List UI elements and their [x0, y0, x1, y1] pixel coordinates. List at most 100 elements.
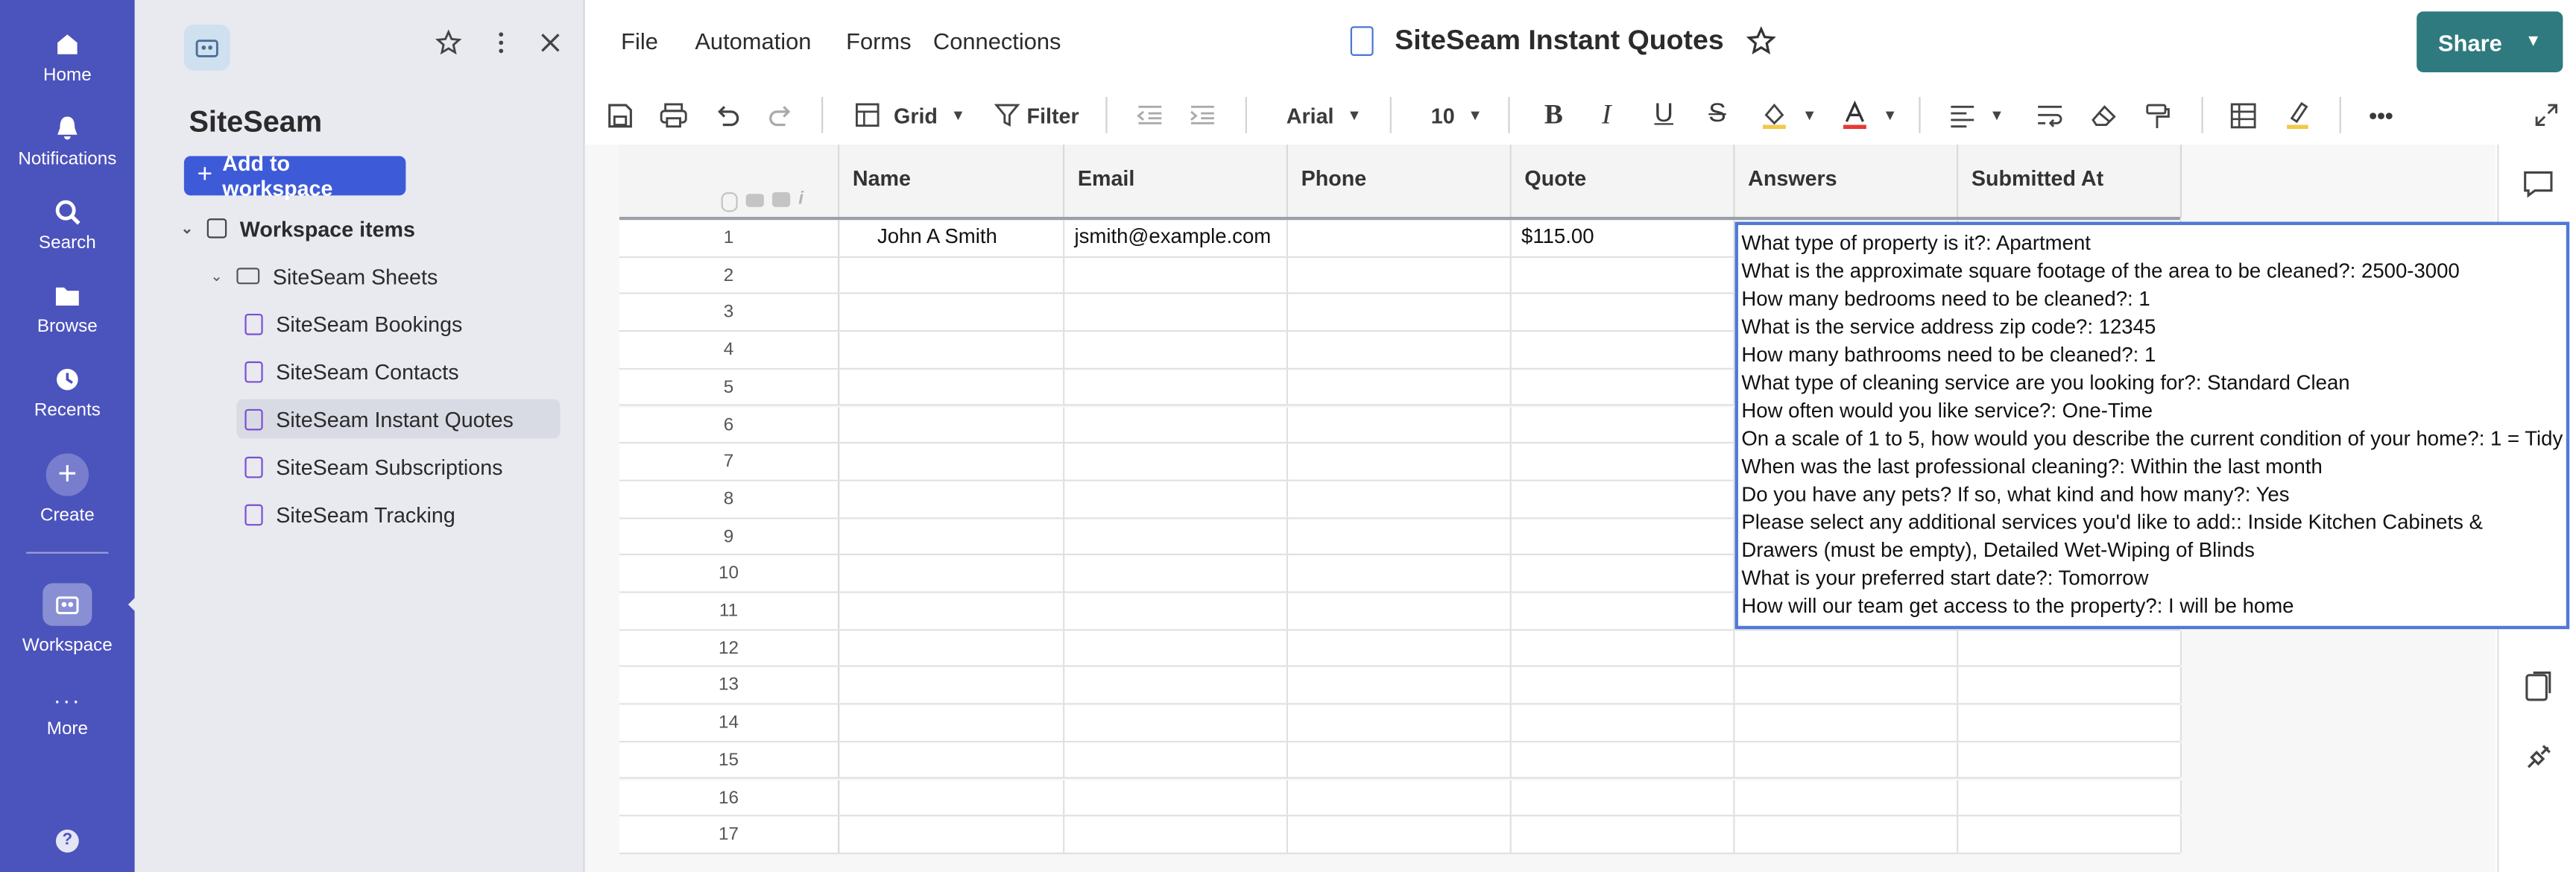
- rail-more[interactable]: ··· More: [0, 686, 135, 739]
- cell-submitted-at[interactable]: [1958, 816, 2182, 853]
- table-row[interactable]: 17: [619, 816, 2182, 854]
- cell-phone[interactable]: [1288, 443, 1512, 480]
- row-number[interactable]: 16: [619, 779, 840, 815]
- cell-name[interactable]: [839, 667, 1065, 704]
- cell-phone[interactable]: [1288, 779, 1512, 815]
- cell-email[interactable]: [1064, 406, 1289, 443]
- highlight-button[interactable]: [2284, 97, 2311, 133]
- column-header-phone[interactable]: Phone: [1288, 144, 1512, 219]
- row-number[interactable]: 6: [619, 406, 840, 443]
- cell-phone[interactable]: [1288, 369, 1512, 405]
- font-family-dropdown[interactable]: Arial ▼: [1287, 97, 1362, 133]
- cell-name[interactable]: John A Smith: [839, 220, 1065, 256]
- add-to-workspace-button[interactable]: + Add to workspace: [183, 151, 406, 200]
- cell-phone[interactable]: [1288, 816, 1512, 853]
- share-button[interactable]: Share ▼: [2416, 11, 2563, 72]
- indent-button[interactable]: [1188, 97, 1218, 133]
- cell-quote[interactable]: [1512, 667, 1735, 704]
- row-number[interactable]: 17: [619, 816, 840, 853]
- table-row[interactable]: 14: [619, 704, 2182, 742]
- cell-answers[interactable]: [1735, 630, 1959, 666]
- column-header-submitted-at[interactable]: Submitted At: [1958, 144, 2182, 219]
- cell-phone[interactable]: [1288, 667, 1512, 704]
- table-row[interactable]: 13: [619, 667, 2182, 705]
- print-button[interactable]: [659, 97, 689, 133]
- cell-quote[interactable]: [1512, 555, 1735, 592]
- cell-phone[interactable]: [1288, 257, 1512, 294]
- cell-name[interactable]: [839, 518, 1065, 555]
- rail-browse[interactable]: Browse: [0, 281, 135, 337]
- star-icon[interactable]: [435, 29, 462, 56]
- row-number[interactable]: 10: [619, 555, 840, 592]
- cell-quote[interactable]: [1512, 630, 1735, 666]
- cell-name[interactable]: [839, 779, 1065, 815]
- cell-quote[interactable]: [1512, 779, 1735, 815]
- comments-icon[interactable]: [2522, 169, 2554, 199]
- cell-submitted-at[interactable]: [1958, 630, 2182, 666]
- row-number[interactable]: 13: [619, 667, 840, 704]
- rail-create[interactable]: + Create: [0, 453, 135, 525]
- more-options-button[interactable]: •••: [2369, 97, 2393, 133]
- table-settings-button[interactable]: [2229, 97, 2257, 133]
- text-color-button[interactable]: ▼: [1840, 97, 1898, 133]
- underline-button[interactable]: U: [1655, 97, 1673, 133]
- clear-format-button[interactable]: [2090, 97, 2118, 133]
- cell-phone[interactable]: [1288, 630, 1512, 666]
- cell-quote[interactable]: [1512, 742, 1735, 778]
- cell-email[interactable]: [1064, 443, 1289, 480]
- cell-email[interactable]: [1064, 518, 1289, 555]
- table-row[interactable]: 15: [619, 742, 2182, 780]
- cell-name[interactable]: [839, 294, 1065, 331]
- cell-answers[interactable]: [1735, 742, 1959, 778]
- cell-quote[interactable]: [1512, 332, 1735, 368]
- cell-quote[interactable]: [1512, 481, 1735, 517]
- help-icon[interactable]: ?: [55, 830, 79, 853]
- strikethrough-button[interactable]: S: [1708, 97, 1726, 133]
- cell-quote[interactable]: [1512, 593, 1735, 629]
- save-button[interactable]: [606, 97, 634, 133]
- cell-email[interactable]: [1064, 294, 1289, 331]
- column-header-name[interactable]: Name: [839, 144, 1065, 219]
- cell-name[interactable]: [839, 704, 1065, 741]
- cell-phone[interactable]: [1288, 332, 1512, 368]
- italic-button[interactable]: I: [1602, 97, 1611, 133]
- cell-answers[interactable]: [1735, 816, 1959, 853]
- cell-answers[interactable]: [1735, 667, 1959, 704]
- cell-email[interactable]: [1064, 630, 1289, 666]
- cell-email[interactable]: jsmith@example.com: [1064, 220, 1289, 256]
- cell-phone[interactable]: [1288, 704, 1512, 741]
- cell-email[interactable]: [1064, 257, 1289, 294]
- align-dropdown[interactable]: ▼: [1948, 97, 2004, 133]
- row-number[interactable]: 9: [619, 518, 840, 555]
- cell-name[interactable]: [839, 332, 1065, 368]
- cell-quote[interactable]: [1512, 518, 1735, 555]
- wrap-text-button[interactable]: [2036, 97, 2065, 133]
- tree-sheet-instant-quotes[interactable]: SiteSeam Instant Quotes: [236, 399, 561, 439]
- cell-phone[interactable]: [1288, 555, 1512, 592]
- cell-submitted-at[interactable]: [1958, 779, 2182, 815]
- row-number[interactable]: 3: [619, 294, 840, 331]
- attachments-panel-icon[interactable]: [2522, 670, 2554, 703]
- cell-quote[interactable]: [1512, 294, 1735, 331]
- row-number[interactable]: 1: [619, 220, 840, 256]
- cell-quote[interactable]: [1512, 257, 1735, 294]
- cell-quote[interactable]: [1512, 816, 1735, 853]
- menu-connections[interactable]: Connections: [933, 28, 1061, 54]
- cell-name[interactable]: [839, 555, 1065, 592]
- tree-workspace-items[interactable]: ⌄ Workspace items: [180, 210, 415, 246]
- cell-name[interactable]: [839, 369, 1065, 405]
- tree-sheet-tracking[interactable]: SiteSeam Tracking: [243, 496, 550, 532]
- rail-home[interactable]: Home: [0, 30, 135, 86]
- row-number[interactable]: 12: [619, 630, 840, 666]
- row-number[interactable]: 8: [619, 481, 840, 517]
- row-number[interactable]: 11: [619, 593, 840, 629]
- row-number[interactable]: 4: [619, 332, 840, 368]
- cell-answers[interactable]: [1735, 779, 1959, 815]
- cell-email[interactable]: [1064, 332, 1289, 368]
- cell-name[interactable]: [839, 593, 1065, 629]
- cell-name[interactable]: [839, 742, 1065, 778]
- tree-folder-siteseam-sheets[interactable]: ⌄ SiteSeam Sheets: [210, 258, 438, 294]
- close-icon[interactable]: [539, 30, 562, 56]
- cell-phone[interactable]: [1288, 406, 1512, 443]
- column-header-answers[interactable]: Answers: [1734, 144, 1959, 219]
